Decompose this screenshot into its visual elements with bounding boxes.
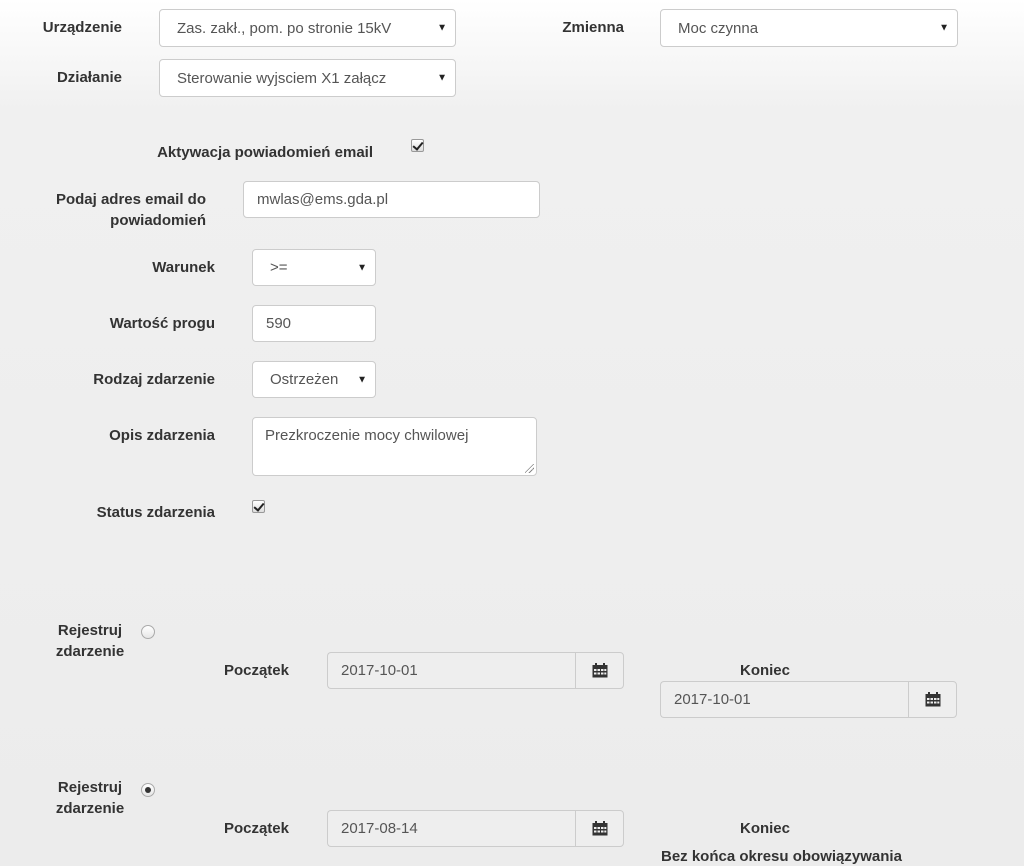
variable-label: Zmienna xyxy=(562,19,624,36)
event-desc-value: Prezkroczenie mocy chwilowej xyxy=(265,427,469,444)
email-label: Podaj adres email do powiadomień xyxy=(20,189,206,231)
chevron-down-icon: ▼ xyxy=(437,72,447,84)
email-activation-checkbox[interactable] xyxy=(411,139,424,152)
register1-label-line2: zdarzenie xyxy=(55,643,125,660)
variable-select[interactable]: Moc czynna ▼ xyxy=(660,9,958,47)
threshold-input[interactable]: 590 xyxy=(252,305,376,342)
chevron-down-icon: ▼ xyxy=(357,262,367,273)
event-desc-textarea[interactable]: Prezkroczenie mocy chwilowej xyxy=(252,417,537,476)
event-status-label: Status zdarzenia xyxy=(96,504,215,521)
register2-end-label: Koniec xyxy=(739,820,790,837)
register2-start-calendar-button[interactable] xyxy=(575,810,624,847)
condition-select[interactable]: >= ▼ xyxy=(252,249,376,286)
calendar-icon xyxy=(592,821,607,836)
register1-start-date: 2017-10-01 xyxy=(327,652,624,689)
condition-label: Warunek xyxy=(152,259,215,276)
register2-start-label: Początek xyxy=(223,820,289,837)
condition-select-value: >= xyxy=(270,259,288,276)
register1-start-calendar-button[interactable] xyxy=(575,652,624,689)
calendar-icon xyxy=(925,692,940,707)
register1-end-date: 2017-10-01 xyxy=(660,681,957,718)
event-type-select-value: Ostrzeżen xyxy=(270,371,339,388)
action-label: Działanie xyxy=(56,69,122,86)
register1-start-label: Początek xyxy=(223,662,289,679)
register1-end-input[interactable]: 2017-10-01 xyxy=(660,681,908,718)
action-select-value: Sterowanie wyjsciem X1 załącz xyxy=(177,69,387,87)
register1-label-line1: Rejestruj xyxy=(57,622,123,639)
event-status-checkbox[interactable] xyxy=(252,500,265,513)
calendar-icon xyxy=(592,663,607,678)
register1-end-calendar-button[interactable] xyxy=(908,681,957,718)
register2-no-end-text: Bez końca okresu obowiązywania xyxy=(661,848,902,865)
register1-label: Rejestruj zdarzenie xyxy=(40,620,140,662)
action-select[interactable]: Sterowanie wyjsciem X1 załącz ▼ xyxy=(159,59,456,97)
register1-radio[interactable] xyxy=(141,625,155,639)
device-select-value: Zas. zakł., pom. po stronie 15kV xyxy=(177,19,392,37)
event-desc-label: Opis zdarzenia xyxy=(109,427,215,444)
register2-label-line2: zdarzenie xyxy=(55,800,125,817)
email-label-line1: Podaj adres email do xyxy=(55,191,206,208)
chevron-down-icon: ▼ xyxy=(357,374,367,385)
register2-label-line1: Rejestruj xyxy=(57,779,123,796)
chevron-down-icon: ▼ xyxy=(939,22,949,34)
resize-handle-icon[interactable] xyxy=(525,464,534,473)
email-label-line2: powiadomień xyxy=(110,212,206,229)
device-label: Urządzenie xyxy=(42,19,122,36)
device-select[interactable]: Zas. zakł., pom. po stronie 15kV ▼ xyxy=(159,9,456,47)
email-field[interactable]: mwlas@ems.gda.pl xyxy=(243,181,540,218)
register2-label: Rejestruj zdarzenie xyxy=(40,777,140,819)
register1-start-input[interactable]: 2017-10-01 xyxy=(327,652,575,689)
email-activation-label: Aktywacja powiadomień email xyxy=(157,144,373,161)
threshold-input-value: 590 xyxy=(266,315,292,332)
event-type-label: Rodzaj zdarzenie xyxy=(93,371,215,388)
register2-start-date: 2017-08-14 xyxy=(327,810,624,847)
threshold-label: Wartość progu xyxy=(109,315,215,332)
chevron-down-icon: ▼ xyxy=(437,22,447,34)
register2-radio[interactable] xyxy=(141,783,155,797)
email-field-value: mwlas@ems.gda.pl xyxy=(257,191,389,208)
register1-end-label: Koniec xyxy=(739,662,790,679)
variable-select-value: Moc czynna xyxy=(678,19,759,37)
register2-start-input[interactable]: 2017-08-14 xyxy=(327,810,575,847)
event-type-select[interactable]: Ostrzeżen ▼ xyxy=(252,361,376,398)
